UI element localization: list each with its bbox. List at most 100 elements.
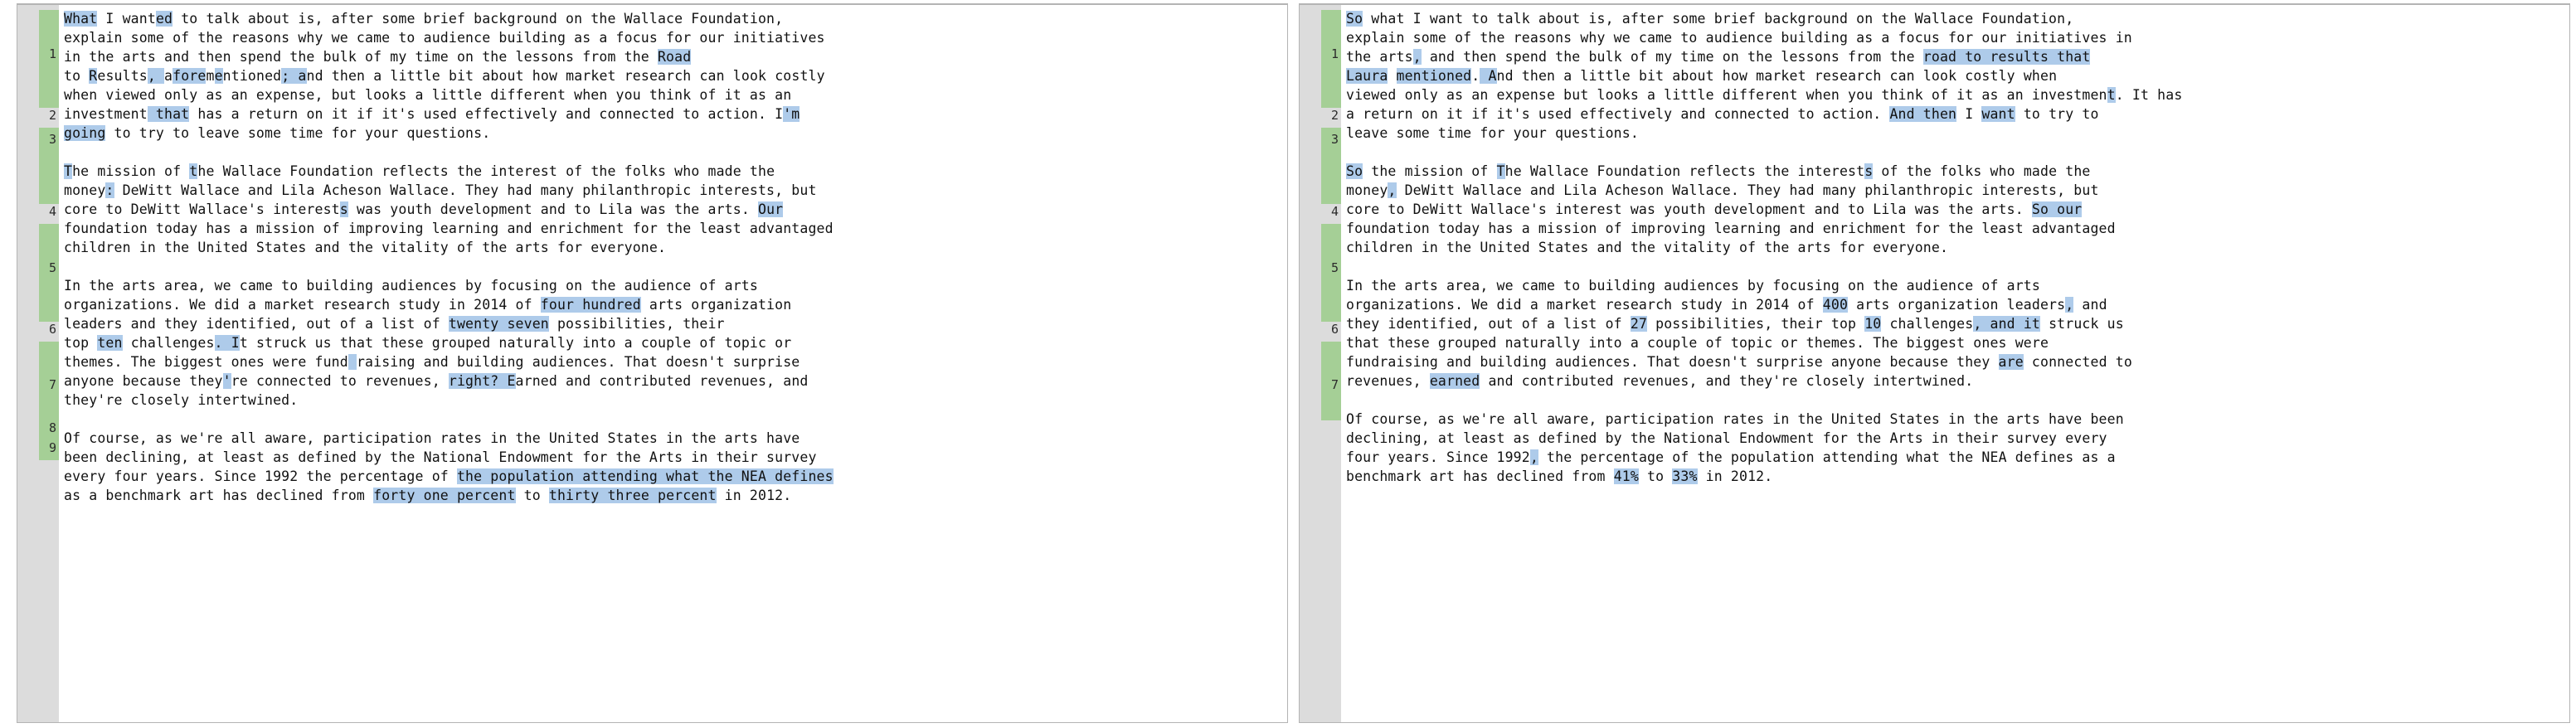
text-line[interactable]: So the mission of The Wallace Foundation… (1346, 162, 2569, 181)
plain-text: foundation today has a mission of improv… (64, 221, 834, 236)
plain-text: as a benchmark art has declined from (64, 488, 374, 503)
plain-text: when viewed only as an expense, but look… (64, 87, 792, 103)
line-number: 5 (1330, 260, 1339, 275)
text-line[interactable]: that these grouped naturally into a coup… (1346, 333, 2569, 352)
text-line[interactable]: organizations. We did a market research … (64, 295, 1287, 314)
plain-text: possibilities, their top (1647, 316, 1865, 332)
text-line[interactable]: Laura mentioned. And then a little bit a… (1346, 66, 2569, 85)
diff-highlight: road to results that (1922, 49, 2091, 65)
plain-text: viewed only as an expense but looks a li… (1346, 87, 2107, 103)
text-line[interactable]: In the arts area, we came to building au… (64, 276, 1287, 295)
text-line[interactable]: fundraising and building audiences. That… (1346, 352, 2569, 371)
text-line[interactable]: children in the United States and the vi… (1346, 238, 2569, 257)
text-line[interactable]: the arts, and then spend the bulk of my … (1346, 47, 2569, 66)
blank-text-line[interactable] (1346, 257, 2569, 276)
text-line[interactable]: viewed only as an expense but looks a li… (1346, 85, 2569, 104)
diff-highlight: 'm (783, 106, 800, 122)
text-line[interactable]: anyone because they're connected to reve… (64, 371, 1287, 391)
plain-text: and contributed revenues, and they're cl… (1480, 373, 1974, 389)
line-number: 4 (1330, 204, 1339, 219)
diff-pane-left[interactable]: 1 2 3 4 5 6 7 8 9 What I wanted to talk about is… (17, 3, 1288, 723)
text-line[interactable]: in the arts and then spend the bulk of m… (64, 47, 1287, 66)
text-line[interactable]: they're closely intertwined. (64, 391, 1287, 410)
text-line[interactable]: The mission of the Wallace Foundation re… (64, 162, 1287, 181)
diff-highlight: earned (1429, 373, 1480, 389)
text-line[interactable]: themes. The biggest ones were fund raisi… (64, 352, 1287, 371)
right-pane-gutter[interactable]: 1 2 3 4 5 6 7 (1321, 5, 1341, 722)
line-number: 7 (48, 377, 56, 392)
text-line[interactable]: What I wanted to talk about is, after so… (64, 9, 1287, 28)
text-line[interactable]: In the arts area, we came to building au… (1346, 276, 2569, 295)
plain-text: been declining, at least as defined by t… (64, 449, 817, 465)
text-line[interactable]: organizations. We did a market research … (1346, 295, 2569, 314)
text-line[interactable]: investment that has a return on it if it… (64, 104, 1287, 124)
text-line[interactable]: been declining, at least as defined by t… (64, 448, 1287, 467)
text-line[interactable] (64, 524, 1287, 543)
left-pane-rail (17, 5, 39, 722)
diff-highlight: the population attending what the NEA de… (456, 468, 834, 484)
plain-text: In the arts area, we came to building au… (64, 278, 758, 294)
plain-text: benchmark art has declined from (1346, 468, 1614, 484)
diff-highlight: So (1346, 163, 1363, 179)
blank-text-line[interactable] (64, 257, 1287, 276)
diff-highlight: , (1412, 49, 1422, 65)
text-line[interactable]: children in the United States and the vi… (64, 238, 1287, 257)
plain-text: what I want to talk about is, after some… (1363, 11, 2074, 27)
plain-text: foundation today has a mission of improv… (1346, 221, 2116, 236)
text-line[interactable]: foundation today has a mission of improv… (64, 219, 1287, 238)
text-line[interactable]: explain some of the reasons why we came … (64, 28, 1287, 47)
diff-highlight: T (1496, 163, 1505, 179)
text-line[interactable]: Of course, as we're all aware, participa… (64, 429, 1287, 448)
diff-highlight: want (1981, 106, 2015, 122)
text-line[interactable]: a return on it if it's used effectively … (1346, 104, 2569, 124)
text-line[interactable]: four years. Since 1992, the percentage o… (1346, 448, 2569, 467)
left-pane-gutter[interactable]: 1 2 3 4 5 6 7 8 9 (39, 5, 59, 722)
text-line[interactable]: top ten challenges. It struck us that th… (64, 333, 1287, 352)
blank-text-line[interactable] (64, 410, 1287, 429)
text-line[interactable]: money, DeWitt Wallace and Lila Acheson W… (1346, 181, 2569, 200)
plain-text: fundraising and building audiences. That… (1346, 354, 1999, 370)
text-line[interactable]: So what I want to talk about is, after s… (1346, 9, 2569, 28)
plain-text: nd then a little bit about how market re… (306, 68, 825, 84)
left-pane-text-body[interactable]: What I wanted to talk about is, after so… (59, 5, 1287, 722)
text-line[interactable]: leave some time for your questions. (1346, 124, 2569, 143)
text-line[interactable]: as a benchmark art has declined from for… (64, 486, 1287, 505)
plain-text: nd then a little bit about how market re… (1496, 68, 2058, 84)
plain-text: DeWitt Wallace and Lila Acheson Wallace.… (1396, 182, 2099, 198)
text-line[interactable]: declining, at least as defined by the Na… (1346, 429, 2569, 448)
text-line[interactable]: core to DeWitt Wallace's interest was yo… (1346, 200, 2569, 219)
diff-highlight: right? E (448, 373, 516, 389)
text-line[interactable]: money: DeWitt Wallace and Lila Acheson W… (64, 181, 1287, 200)
blank-text-line[interactable] (1346, 391, 2569, 410)
text-line[interactable]: leaders and they identified, out of a li… (64, 314, 1287, 333)
text-line[interactable]: every four years. Since 1992 the percent… (64, 467, 1287, 486)
text-line[interactable]: revenues, earned and contributed revenue… (1346, 371, 2569, 391)
text-line[interactable]: core to DeWitt Wallace's interests was y… (64, 200, 1287, 219)
plain-text: children in the United States and the vi… (1346, 240, 1949, 255)
text-line[interactable]: when viewed only as an expense, but look… (64, 85, 1287, 104)
plain-text: re connected to revenues, (231, 373, 449, 389)
text-line[interactable]: they identified, out of a list of 27 pos… (1346, 314, 2569, 333)
blank-text-line[interactable] (64, 143, 1287, 162)
plain-text: themes. The biggest ones were fund (64, 354, 348, 370)
plain-text: explain some of the reasons why we came … (1346, 30, 2132, 46)
text-line[interactable]: benchmark art has declined from 41% to 3… (1346, 467, 2569, 486)
plain-text: declining, at least as defined by the Na… (1346, 430, 2107, 446)
blank-text-line[interactable] (64, 505, 1287, 524)
plain-text: t struck us that these grouped naturally… (239, 335, 792, 351)
plain-text: to (515, 488, 549, 503)
plain-text: organizations. We did a market research … (64, 297, 541, 313)
text-line[interactable]: to Results, aforementioned; and then a l… (64, 66, 1287, 85)
plain-text: he Wallace Foundation reflects the inter… (197, 163, 775, 179)
diff-highlight: thirty three percent (548, 488, 717, 503)
text-line[interactable]: going to try to leave some time for your… (64, 124, 1287, 143)
diff-pane-right[interactable]: 1 2 3 4 5 6 7 So what I want to talk about is,… (1299, 3, 2570, 723)
plain-text: to try to (2015, 106, 2099, 122)
diff-highlight: : (105, 182, 114, 198)
text-line[interactable]: foundation today has a mission of improv… (1346, 219, 2569, 238)
text-line[interactable]: Of course, as we're all aware, participa… (1346, 410, 2569, 429)
diff-highlight: going (64, 125, 106, 141)
text-line[interactable]: explain some of the reasons why we came … (1346, 28, 2569, 47)
right-pane-text-body[interactable]: So what I want to talk about is, after s… (1341, 5, 2569, 722)
blank-text-line[interactable] (1346, 143, 2569, 162)
